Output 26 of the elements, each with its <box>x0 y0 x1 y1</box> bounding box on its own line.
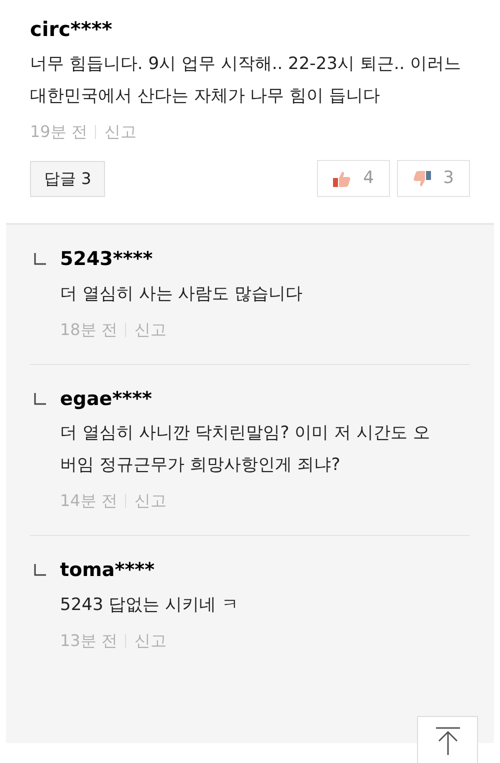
dislike-button[interactable]: 3 <box>397 160 470 197</box>
reply-text: 더 열심히 사니깐 닥치린말임? 이미 저 시간도 오버임 정규근무가 희망사항인게 죄냐? <box>60 422 430 477</box>
comment-text: 너무 힘듭니다. 9시 업무 시작해.. 22-23시 퇴근.. 이러느대한민국에서 산다는 자체가 나무 힘이 듭니다 <box>30 53 462 108</box>
reply-corner-icon <box>34 253 46 265</box>
timestamp: 13분 전 <box>60 630 118 652</box>
reply-text: 더 열심히 사는 사람도 많습니다 <box>60 282 304 306</box>
username: circ**** <box>30 16 114 43</box>
report-link[interactable]: 신고 <box>134 628 166 652</box>
timestamp: 18분 전 <box>60 318 118 340</box>
reply-corner-icon <box>34 564 46 576</box>
reply-text: 5243 답없는 시키네 ㅋ <box>60 594 240 616</box>
like-button[interactable]: 4 <box>317 160 390 197</box>
report-link[interactable]: 신고 <box>134 489 166 513</box>
thumbs-down-icon <box>413 170 432 186</box>
reply-corner-icon <box>34 392 46 404</box>
thumbs-up-icon <box>333 170 352 186</box>
report-link[interactable]: 신고 <box>134 318 166 342</box>
arrow-up-icon <box>434 727 460 755</box>
username: toma**** <box>60 558 156 583</box>
username: egae**** <box>60 386 153 412</box>
scroll-top-button[interactable] <box>417 716 478 763</box>
timestamp: 14분 전 <box>60 490 118 512</box>
report-link[interactable]: 신고 <box>104 120 136 144</box>
username: 5243**** <box>60 247 154 272</box>
timestamp: 19분 전 <box>30 121 88 143</box>
reply-button[interactable]: 답글 3 <box>30 160 106 196</box>
